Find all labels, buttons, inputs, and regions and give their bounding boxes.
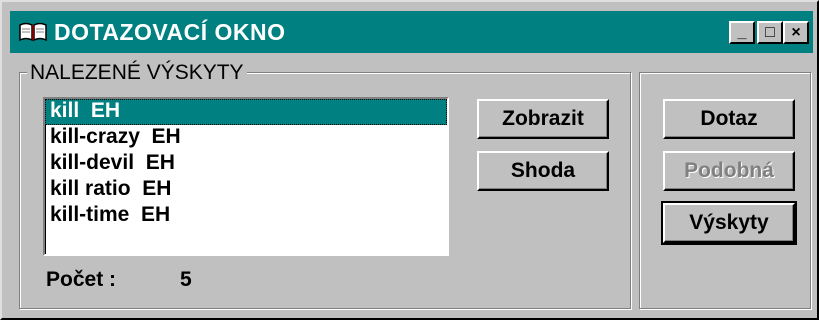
list-item[interactable]: kill-crazy EH <box>45 125 447 151</box>
list-item[interactable]: kill-time EH <box>45 203 447 229</box>
shoda-button[interactable]: Shoda <box>477 151 609 191</box>
minimize-icon: _ <box>737 24 747 41</box>
list-item[interactable]: kill ratio EH <box>45 177 447 203</box>
vyskyty-button[interactable]: Výskyty <box>661 201 797 245</box>
dotaz-button[interactable]: Dotaz <box>663 99 795 139</box>
count-value: 5 <box>180 268 192 291</box>
maximize-button[interactable]: □ <box>757 21 783 44</box>
dialog-window: DOTAZOVACÍ OKNO _ □ × NALEZENÉ VÝSKYTY k… <box>0 0 819 320</box>
list-item[interactable]: kill EH <box>45 99 447 125</box>
close-button[interactable]: × <box>783 21 809 44</box>
group-label: NALEZENÉ VÝSKYTY <box>27 61 247 85</box>
zobrazit-button[interactable]: Zobrazit <box>477 99 609 139</box>
occurrences-listbox[interactable]: kill EH kill-crazy EH kill-devil EH kill… <box>43 97 449 256</box>
book-icon <box>19 22 47 42</box>
list-item[interactable]: kill-devil EH <box>45 151 447 177</box>
title-bar[interactable]: DOTAZOVACÍ OKNO _ □ × <box>10 11 813 53</box>
minimize-button[interactable]: _ <box>729 21 755 44</box>
maximize-icon: □ <box>765 24 775 41</box>
close-icon: × <box>791 24 801 41</box>
window-title: DOTAZOVACÍ OKNO <box>54 19 286 45</box>
count-label: Počet : <box>46 268 117 291</box>
podobna-button[interactable]: Podobná <box>663 151 795 191</box>
